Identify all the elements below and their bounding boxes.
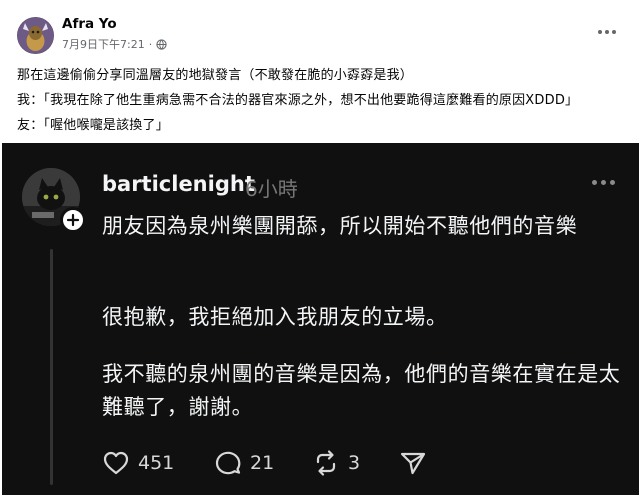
threads-paragraph: 我不聽的泉州團的音樂是因為，他們的音樂在實在是太難聽了，謝謝。 <box>102 362 621 419</box>
globe-icon[interactable] <box>156 38 167 50</box>
repost-button[interactable]: 3 <box>312 448 360 478</box>
threads-paragraph: 朋友因為泉州樂團開舔，所以開始不聽他們的音樂 <box>102 214 578 238</box>
like-button[interactable]: 451 <box>102 448 174 478</box>
heart-icon <box>103 451 129 475</box>
author-name[interactable]: Afra Yo <box>62 16 117 32</box>
repost-count: 3 <box>348 452 361 474</box>
threads-more-icon[interactable] <box>592 180 615 185</box>
post-text-line: 友：「喔他喉嚨是該換了」 <box>17 118 169 133</box>
post-meta: 7月9日下午7:21 · <box>62 36 167 52</box>
threads-post-time: 6小時 <box>245 177 298 201</box>
post-text-line: 我：「我現在除了他生重病急需不合法的器官來源之外，想不出他要跪得這麼難看的原因X… <box>17 93 579 108</box>
thread-connector-line <box>50 249 53 485</box>
share-send-icon <box>400 452 426 475</box>
threads-screenshot: barticlenight 6小時 朋友因為泉州樂團開舔，所以開始不聽他們的音樂… <box>2 143 639 495</box>
comment-icon <box>215 451 241 475</box>
post-text-line: 那在這邊偷偷分享同溫層友的地獄發言（不敢發在脆的小孬孬是我） <box>17 68 414 83</box>
comment-count: 21 <box>250 452 275 474</box>
author-avatar[interactable] <box>17 17 54 54</box>
share-button[interactable] <box>399 448 427 478</box>
meta-separator: · <box>148 37 153 51</box>
more-dots-icon[interactable] <box>595 22 619 42</box>
facebook-post: Afra Yo 7月9日下午7:21 · 那在這邊偷偷分享同溫層友的地獄發言（不… <box>0 0 639 143</box>
post-timestamp[interactable]: 7月9日下午7:21 <box>62 36 145 52</box>
threads-paragraph: 很抱歉，我拒絕加入我朋友的立場。 <box>102 305 448 329</box>
repost-icon <box>316 450 336 476</box>
follow-plus-icon[interactable] <box>60 207 86 233</box>
like-count: 451 <box>138 452 175 474</box>
threads-username[interactable]: barticlenight <box>102 172 255 196</box>
comment-button[interactable]: 21 <box>214 448 274 478</box>
